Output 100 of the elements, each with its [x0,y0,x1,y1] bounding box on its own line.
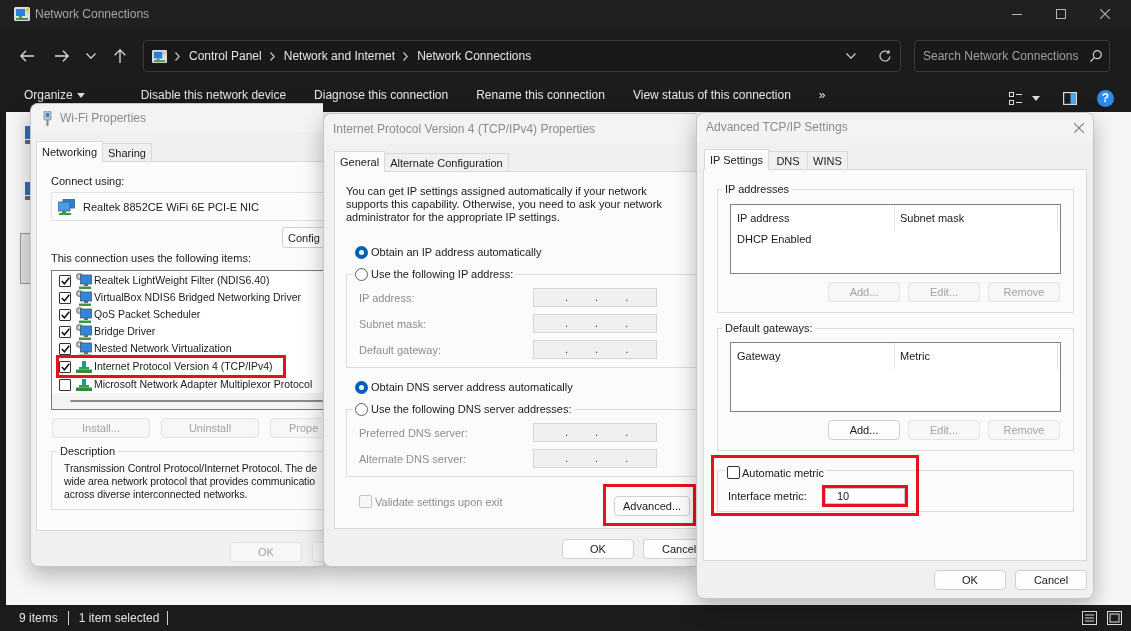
breadcrumb-link[interactable]: Network Connections [417,48,532,64]
scrollbar[interactable] [52,393,323,409]
field-label: This connection uses the following items: [51,251,252,266]
column-header[interactable]: Metric [895,343,1058,369]
status-text: 1 item selected [78,611,160,625]
toolbar-button[interactable]: Rename this connection [462,89,619,102]
tab[interactable]: IP Settings [704,149,769,170]
refresh-icon[interactable] [879,50,891,62]
network-protocol-icon [76,378,92,391]
field-label: Subnet mask: [359,316,428,331]
radio-button[interactable] [355,245,368,259]
checkbox[interactable] [59,360,71,373]
chevron-down-icon[interactable] [86,53,96,59]
list-item[interactable]: Internet Protocol Version 4 (TCP/IPv4) [94,360,273,373]
instruction-text: You can get IP settings assigned automatically if your network supports this capability. Otherwise, you need to ask your network administrator for the appropriate IP settings. [346,185,663,224]
caret-down-icon [76,93,85,98]
radio-button[interactable] [355,380,368,394]
tab[interactable]: WINS [807,151,848,169]
field-label: Alternate DNS server: [359,451,467,466]
up-arrow-icon[interactable] [114,49,126,63]
group-label: Description [57,444,119,458]
chevron-down-icon[interactable] [846,53,856,59]
checkbox[interactable] [727,466,740,479]
tab[interactable]: Alternate Configuration [384,153,509,171]
search-field[interactable]: Search Network Connections [914,40,1110,72]
checkbox[interactable] [59,342,71,355]
selection-highlight [20,233,30,284]
address-bar[interactable]: Control Panel Network and Internet Network Connections [143,40,901,72]
list-item[interactable]: VirtualBox NDIS6 Bridged Networking Driver [94,291,301,304]
field-label: Default gateway: [359,342,442,357]
radio-label[interactable]: Obtain an IP address automatically [371,245,542,259]
dialog-title: Wi-Fi Properties [60,110,146,126]
list-action-button[interactable]: Add... [828,420,900,440]
config-button[interactable]: Config [282,227,323,248]
large-icons-view-icon[interactable] [1107,611,1122,625]
monitor-icon [25,126,30,144]
network-protocol-icon [76,360,92,373]
list-item[interactable]: Realtek LightWeight Filter (NDIS6.40) [94,274,270,287]
checkbox[interactable] [59,325,71,338]
column-header[interactable]: Gateway [731,343,895,369]
list-item[interactable]: QoS Packet Scheduler [94,308,201,321]
menu-button[interactable]: Organize [10,89,99,102]
column-header[interactable]: IP address [731,205,895,231]
field-label: Preferred DNS server: [359,425,469,440]
forward-arrow-icon[interactable] [55,50,69,62]
view-options-icon[interactable] [1009,91,1022,105]
monitor-icon [25,182,30,200]
group-label: IP addresses [722,182,792,196]
back-arrow-icon[interactable] [20,50,34,62]
dialog-button[interactable]: OK [934,570,1006,590]
breadcrumb-link[interactable]: Network and Internet [283,48,396,64]
dialog-button[interactable]: OK [562,539,634,559]
close-icon[interactable] [1074,122,1084,133]
checkbox[interactable] [59,308,71,321]
caret-down-icon[interactable] [1032,95,1040,101]
list-item[interactable]: Bridge Driver [94,325,156,338]
dialog-button[interactable]: Cancel [1015,570,1087,590]
search-icon[interactable] [1090,50,1102,62]
status-text: 9 items [19,611,58,625]
toolbar-button[interactable]: View status of this connection [618,89,805,102]
description-text: Transmission Control Protocol/Internet Protocol. The de [64,462,318,475]
tab[interactable]: Networking [36,141,104,162]
breadcrumb-link[interactable]: Control Panel [189,48,262,64]
preview-pane-icon[interactable] [1063,91,1077,105]
checkbox[interactable] [59,291,71,304]
chevron-right-icon [175,51,180,61]
computer-window-icon [152,48,167,64]
close-icon[interactable] [1100,9,1110,19]
more-button[interactable]: » [804,89,840,102]
field-label: Connect using: [51,174,126,189]
details-view-icon[interactable] [1082,611,1097,625]
advanced-button[interactable]: Advanced... [614,496,690,516]
toolbar-button[interactable]: Disable this network device [126,89,301,102]
radio-button[interactable] [355,402,368,416]
tab[interactable]: General [334,151,386,172]
tab[interactable]: Sharing [102,143,152,161]
monitor-gear-icon [76,306,92,323]
radio-label[interactable]: Obtain DNS server address automatically [371,380,573,394]
input-field[interactable]: 10 [825,488,905,504]
description-text: wide area network protocol that provides communicatio [64,475,315,488]
chevron-right-icon [269,51,275,61]
field-label: Interface metric: [728,489,808,503]
toolbar-button[interactable]: Diagnose this connection [300,89,463,102]
checkbox[interactable] [59,274,71,287]
scrollbar-thumb[interactable] [70,400,323,402]
group-label: Default gateways: [722,321,816,335]
list-item[interactable]: Nested Network Virtualization [94,342,232,355]
dialog-button[interactable]: Cancel [643,539,696,559]
maximize-icon[interactable] [1056,9,1066,19]
column-header[interactable]: Subnet mask [895,205,1058,231]
list-item[interactable]: Microsoft Network Adapter Multiplexor Protocol [94,378,313,391]
dialog-title: Internet Protocol Version 4 (TCP/IPv4) Properties [333,121,596,137]
minimize-icon[interactable] [1012,13,1022,15]
monitor-gear-icon [76,323,92,340]
computer-window-icon [14,6,30,22]
window-title: Network Connections [35,7,150,21]
radio-button[interactable] [355,267,368,281]
adapter-name: Realtek 8852CE WiFi 6E PCI-E NIC [83,199,260,214]
checkbox[interactable] [59,378,71,391]
field-label: IP address: [359,290,416,305]
